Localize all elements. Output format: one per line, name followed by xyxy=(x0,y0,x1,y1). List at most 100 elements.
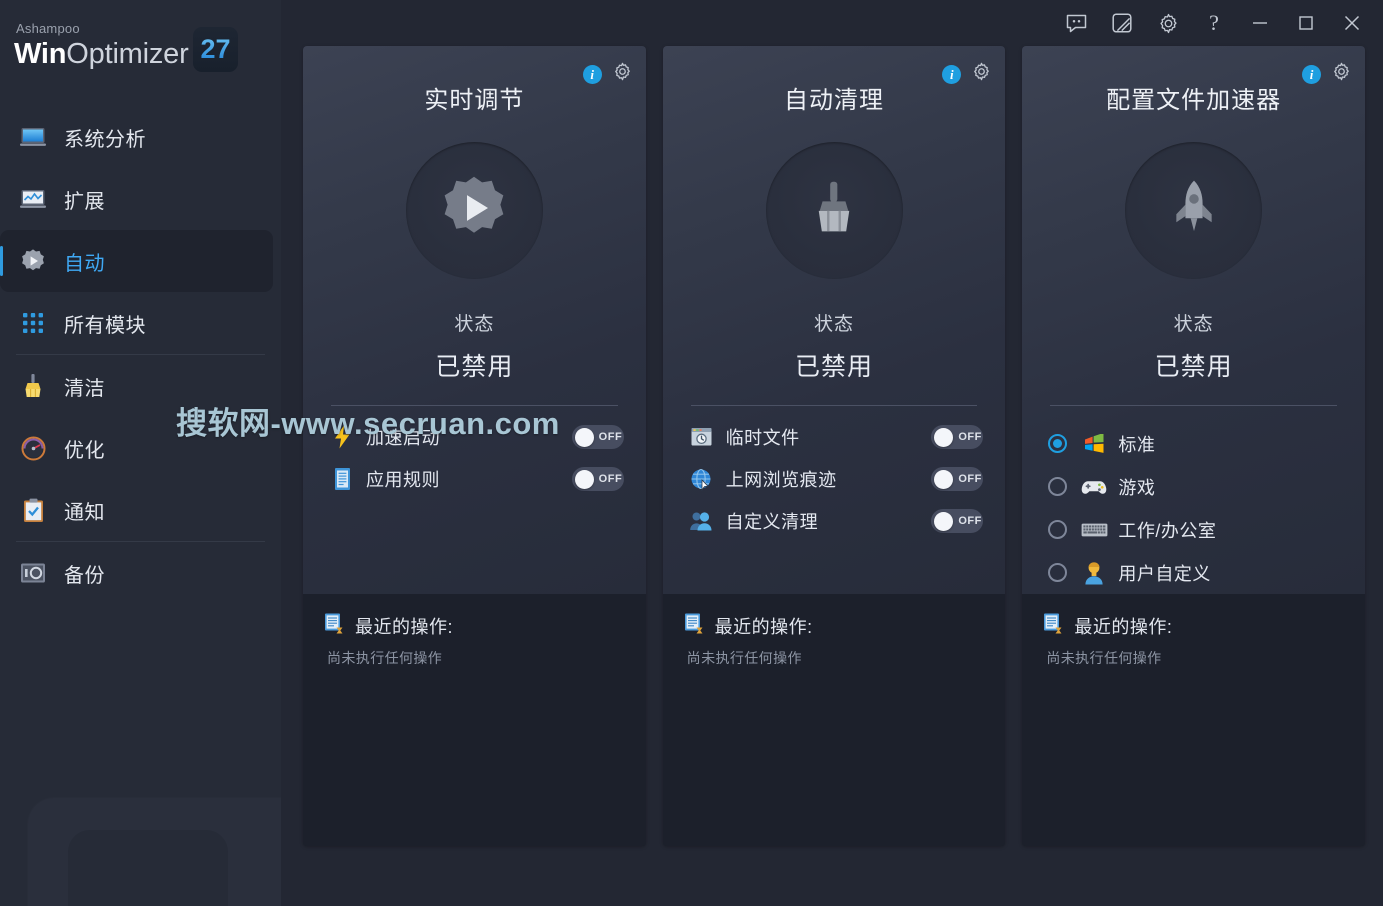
grid-dots-icon xyxy=(16,308,50,338)
status-label: 状态 xyxy=(1173,314,1214,335)
sidebar-decoration-notch xyxy=(68,830,228,906)
radio-button[interactable] xyxy=(1048,434,1068,453)
globe-icon xyxy=(687,468,717,491)
brand-product: WinOptimizer xyxy=(14,37,281,71)
sidebar-item-system-analysis[interactable]: 系统分析 xyxy=(0,106,281,168)
option-row-custom-clean: 自定义清理 OFF xyxy=(687,500,984,542)
recent-body: 尚未执行任何操作 xyxy=(1046,650,1162,666)
version-badge: 27 xyxy=(193,27,238,72)
status-value: 已禁用 xyxy=(795,353,874,381)
recent-body: 尚未执行任何操作 xyxy=(686,650,802,666)
card-orb-wrap xyxy=(663,142,1006,279)
radio-label: 工作/办公室 xyxy=(1118,520,1217,541)
card-header-section: i 自动清理 状态 已禁用 临时文件 OFF 上网浏览痕迹 OFF 自定义清理 … xyxy=(662,46,1006,594)
theme-icon[interactable] xyxy=(1099,3,1145,43)
card-status: 状态 已禁用 xyxy=(1022,309,1365,383)
card-orb xyxy=(1125,142,1263,279)
sidebar-item-label: 清洁 xyxy=(64,377,105,400)
toggle-state-label: OFF xyxy=(958,431,982,443)
card-header-section: i 配置文件加速器 状态 已禁用 标准 游戏 工作/办公室 用户自定义 xyxy=(1022,46,1366,594)
radio-row-standard[interactable]: 标准 xyxy=(1048,422,1343,465)
sidebar-item-optimize[interactable]: 优化 xyxy=(0,417,281,479)
option-row-boost-start: 加速启动 OFF xyxy=(327,416,624,458)
monitor-icon xyxy=(16,122,50,152)
minimize-icon[interactable] xyxy=(1237,3,1283,43)
gear-icon[interactable] xyxy=(1145,3,1191,43)
status-value: 已禁用 xyxy=(435,353,514,381)
recent-title: 最近的操作: xyxy=(714,617,813,637)
brand-logo: Ashampoo WinOptimizer 27 xyxy=(0,0,281,92)
sidebar-item-notifications[interactable]: 通知 xyxy=(0,479,281,541)
broom-icon xyxy=(16,371,50,401)
radio-row-work-office[interactable]: 工作/办公室 xyxy=(1048,508,1343,551)
profile-radio-group: 标准 游戏 工作/办公室 用户自定义 xyxy=(1022,406,1365,594)
cards-container: i 实时调节 状态 已禁用 加速启动 OFF 应用规则 OFF 最近的操作: 尚… xyxy=(281,46,1383,846)
sidebar-item-all-modules[interactable]: 所有模块 xyxy=(0,292,281,354)
card-actions: i xyxy=(582,62,632,86)
sidebar-item-label: 扩展 xyxy=(64,190,105,213)
radio-row-user-defined[interactable]: 用户自定义 xyxy=(1048,551,1343,594)
card-option-rows: 加速启动 OFF 应用规则 OFF xyxy=(303,406,646,500)
toggle-switch[interactable]: OFF xyxy=(571,425,624,449)
recent-log-icon xyxy=(1042,612,1065,640)
card-status: 状态 已禁用 xyxy=(663,309,1006,383)
status-label: 状态 xyxy=(454,314,495,335)
gear-icon[interactable] xyxy=(1332,62,1351,86)
toggle-switch[interactable]: OFF xyxy=(931,467,984,491)
recent-header: 最近的操作: xyxy=(1042,612,1345,640)
gear-icon[interactable] xyxy=(613,62,632,86)
radio-button[interactable] xyxy=(1048,477,1068,496)
card-profile-booster: i 配置文件加速器 状态 已禁用 标准 游戏 工作/办公室 用户自定义 最近的操… xyxy=(1022,46,1366,846)
gear-icon[interactable] xyxy=(972,62,991,86)
radio-button[interactable] xyxy=(1048,563,1068,582)
clipboard-check-icon xyxy=(16,495,50,525)
broom-icon xyxy=(803,177,865,244)
sidebar-item-extensions[interactable]: 扩展 xyxy=(0,168,281,230)
toggle-switch[interactable]: OFF xyxy=(931,425,984,449)
card-actions: i xyxy=(1302,62,1351,86)
status-value: 已禁用 xyxy=(1154,353,1233,381)
info-icon[interactable]: i xyxy=(942,64,962,84)
radio-button[interactable] xyxy=(1048,520,1068,539)
info-icon[interactable]: i xyxy=(1302,64,1322,84)
card-recent-section: 最近的操作: 尚未执行任何操作 xyxy=(303,594,646,846)
toggle-switch[interactable]: OFF xyxy=(931,509,984,533)
info-icon[interactable]: i xyxy=(582,64,602,84)
sidebar-nav: 系统分析 扩展 自动 所有模块 清洁 优化 通知 备份 xyxy=(0,106,281,604)
status-label: 状态 xyxy=(814,314,855,335)
toggle-knob xyxy=(574,427,594,447)
recent-header: 最近的操作: xyxy=(323,612,626,640)
gear-play-icon xyxy=(16,246,50,276)
recent-header: 最近的操作: xyxy=(683,612,986,640)
option-row-browsing-traces: 上网浏览痕迹 OFF xyxy=(687,458,984,500)
sidebar-item-auto[interactable]: 自动 xyxy=(0,230,273,292)
toggle-knob xyxy=(934,427,954,447)
sidebar-item-clean[interactable]: 清洁 xyxy=(0,355,281,417)
radio-label: 游戏 xyxy=(1118,477,1156,498)
rocket-icon xyxy=(1163,177,1225,244)
sidebar-item-label: 通知 xyxy=(64,501,105,524)
recent-log-icon xyxy=(683,612,706,640)
toggle-state-label: OFF xyxy=(958,515,982,527)
gauge-icon xyxy=(16,433,50,463)
option-label: 加速启动 xyxy=(366,428,440,448)
recent-log-icon xyxy=(323,612,346,640)
help-icon[interactable]: ? xyxy=(1191,3,1237,43)
radio-row-gaming[interactable]: 游戏 xyxy=(1048,465,1343,508)
recent-title: 最近的操作: xyxy=(355,617,454,637)
brand-vendor: Ashampoo xyxy=(16,21,80,36)
sidebar: Ashampoo WinOptimizer 27 系统分析 扩展 自动 所有模块… xyxy=(0,0,281,906)
users-icon xyxy=(687,510,717,532)
option-label: 自定义清理 xyxy=(725,512,819,532)
sidebar-item-backup[interactable]: 备份 xyxy=(0,542,281,604)
radio-label: 标准 xyxy=(1118,434,1156,455)
toggle-switch[interactable]: OFF xyxy=(571,467,624,491)
toggle-knob xyxy=(574,469,594,489)
card-orb xyxy=(765,142,903,279)
feedback-icon[interactable] xyxy=(1053,3,1099,43)
option-row-app-rules: 应用规则 OFF xyxy=(327,458,624,500)
close-icon[interactable] xyxy=(1329,3,1375,43)
toggle-state-label: OFF xyxy=(598,473,623,485)
safe-icon xyxy=(16,558,50,588)
maximize-icon[interactable] xyxy=(1283,3,1329,43)
